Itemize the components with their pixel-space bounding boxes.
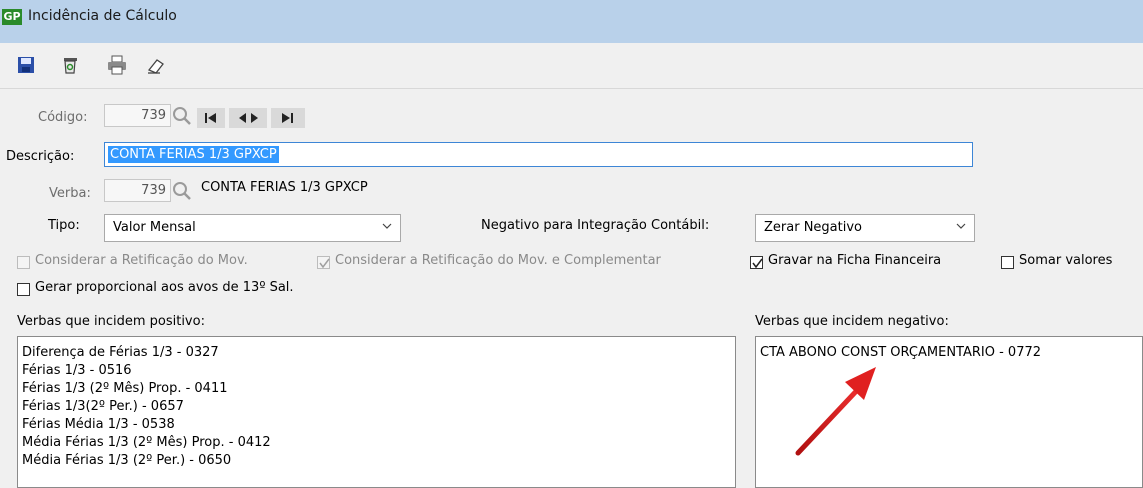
prev-next-icon — [239, 113, 258, 123]
tipo-select-value: Valor Mensal — [113, 220, 196, 235]
positive-list-label: Verbas que incidem positivo: — [17, 314, 205, 329]
first-record-button[interactable] — [197, 108, 225, 128]
negativo-select[interactable]: Zerar Negativo — [755, 214, 975, 242]
somar-valores-label: Somar valores — [1019, 253, 1113, 268]
gravar-ficha-checkbox[interactable] — [750, 256, 763, 269]
retificacao-complementar-label: Considerar a Retificação do Mov. e Compl… — [335, 253, 661, 268]
divider — [0, 88, 1143, 89]
list-item[interactable]: Média Férias 1/3 (2º Mês) Prop. - 0412 — [18, 434, 735, 452]
annotation-arrow-icon — [795, 367, 876, 456]
chevron-down-icon — [382, 223, 392, 229]
save-icon — [18, 57, 34, 73]
list-item[interactable]: Férias 1/3(2º Per.) - 0657 — [18, 398, 735, 416]
window-title: Incidência de Cálculo — [28, 8, 177, 24]
gerar-proporcional-checkbox[interactable] — [17, 283, 30, 296]
print-button[interactable] — [106, 55, 126, 75]
negativo-select-value: Zerar Negativo — [764, 220, 862, 235]
tipo-select[interactable]: Valor Mensal — [104, 214, 401, 242]
prev-next-button[interactable] — [229, 108, 267, 128]
codigo-field[interactable]: 739 — [104, 104, 171, 127]
list-item[interactable]: Férias 1/3 - 0516 — [18, 362, 735, 380]
list-item[interactable]: Diferença de Férias 1/3 - 0327 — [18, 344, 735, 362]
positive-list[interactable]: Diferença de Férias 1/3 - 0327 Férias 1/… — [17, 336, 736, 488]
list-item[interactable]: Média Férias 1/3 (2º Per.) - 0650 — [18, 452, 735, 470]
negative-list-label: Verbas que incidem negativo: — [755, 314, 949, 329]
first-record-icon — [205, 113, 216, 123]
verba-search-button[interactable] — [171, 180, 193, 202]
check-icon — [319, 258, 330, 269]
retificacao-label: Considerar a Retificação do Mov. — [35, 253, 248, 268]
search-icon — [173, 182, 191, 200]
verba-description: CONTA FERIAS 1/3 GPXCP — [201, 180, 368, 195]
verba-label: Verba: — [49, 186, 91, 201]
chevron-down-icon — [956, 223, 966, 229]
delete-icon — [64, 58, 77, 74]
codigo-label: Código: — [38, 110, 88, 125]
retificacao-checkbox[interactable] — [17, 256, 30, 269]
list-item[interactable]: Férias 1/3 (2º Mês) Prop. - 0411 — [18, 380, 735, 398]
negativo-label: Negativo para Integração Contábil: — [481, 218, 710, 233]
save-button[interactable] — [16, 55, 36, 75]
check-icon — [752, 258, 763, 269]
delete-button[interactable] — [60, 55, 80, 75]
descricao-selected-text: CONTA FERIAS 1/3 GPXCP — [108, 146, 279, 163]
descricao-input[interactable]: CONTA FERIAS 1/3 GPXCP — [104, 142, 973, 167]
print-icon — [108, 55, 126, 75]
codigo-search-button[interactable] — [171, 105, 193, 127]
verba-field[interactable]: 739 — [104, 179, 171, 202]
app-icon: GP — [2, 9, 22, 25]
eraser-icon — [147, 59, 164, 74]
gravar-ficha-label: Gravar na Ficha Financeira — [768, 253, 942, 268]
list-item[interactable]: Férias Média 1/3 - 0538 — [18, 416, 735, 434]
descricao-label: Descrição: — [6, 149, 75, 164]
retificacao-complementar-checkbox[interactable] — [317, 256, 330, 269]
clear-button[interactable] — [146, 55, 166, 75]
search-icon — [173, 107, 191, 125]
toolbar — [0, 43, 1143, 83]
tipo-label: Tipo: — [48, 218, 80, 233]
somar-valores-checkbox[interactable] — [1001, 256, 1014, 269]
last-record-icon — [282, 113, 293, 123]
gerar-proporcional-label: Gerar proporcional aos avos de 13º Sal. — [35, 280, 294, 295]
last-record-button[interactable] — [271, 108, 305, 128]
